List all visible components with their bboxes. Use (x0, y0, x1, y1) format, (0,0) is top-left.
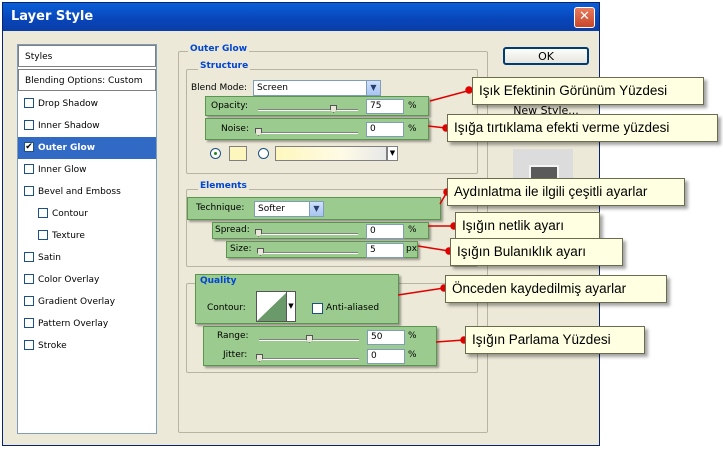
arrow-range (435, 339, 465, 343)
arrow-opacity (429, 89, 472, 102)
arrow-size (417, 245, 450, 252)
callout-opacity: Işık Efektinin Görünüm Yüzdesi (472, 77, 704, 105)
callout-range: Işığın Parlama Yüzdesi (465, 326, 645, 354)
callout-size: Işığın Bulanıklık ayarı (450, 238, 623, 266)
callout-contour: Önceden kaydedilmiş ayarlar (445, 275, 667, 303)
callout-arrows (397, 86, 473, 344)
callout-elements: Aydınlatma ile ilgili çeşitli ayarlar (447, 178, 685, 206)
arrow-contour (397, 287, 445, 296)
callout-noise: Işığa tırtıklama efekti verme yüzdesi (447, 114, 718, 142)
callout-spread: Işığın netlik ayarı (455, 212, 600, 240)
